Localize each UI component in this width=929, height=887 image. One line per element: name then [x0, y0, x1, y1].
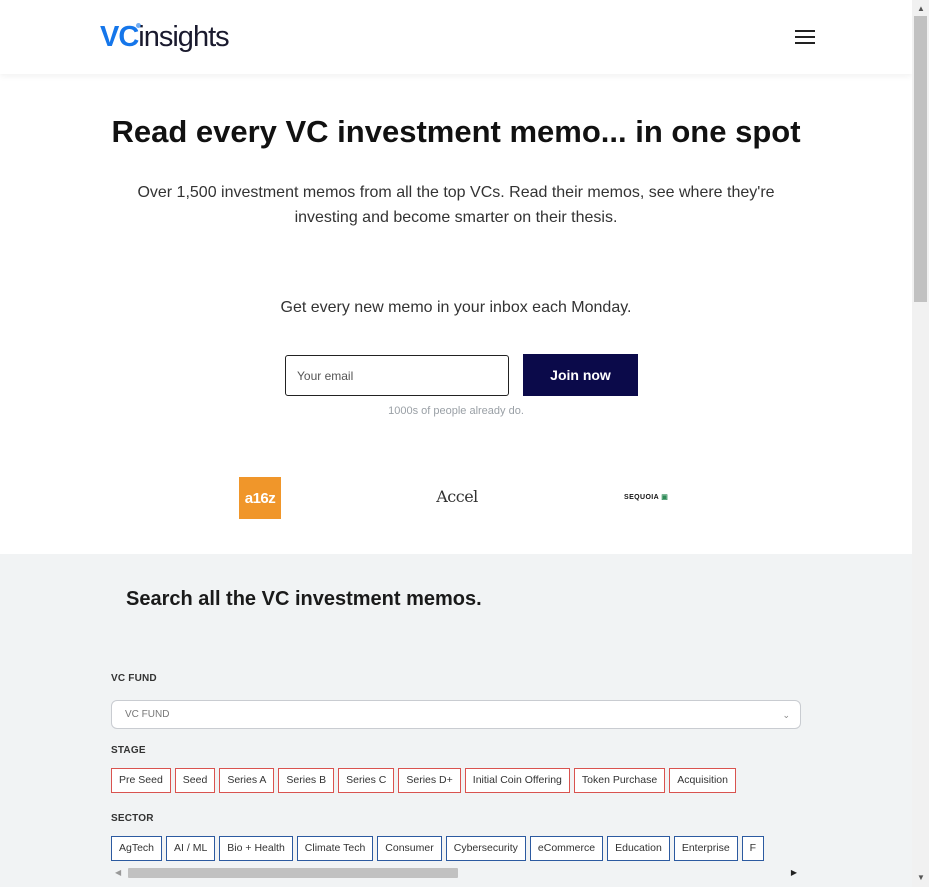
scroll-right-arrow-icon[interactable]: ▶	[791, 868, 797, 877]
a16z-logo: a16z	[239, 477, 281, 519]
page-vertical-scrollbar[interactable]: ▲ ▼	[912, 0, 929, 887]
stage-filter-row: Pre Seed Seed Series A Series B Series C Seri…	[111, 768, 801, 796]
sequoia-logo: SEQUOIA ▣	[624, 493, 668, 501]
email-input[interactable]	[285, 355, 509, 396]
stage-tag[interactable]: Series B	[278, 768, 335, 793]
vc-fund-select[interactable]: VC FUND ⌄	[111, 700, 801, 729]
newsletter-prompt: Get every new memo in your inbox each Mo…	[280, 299, 632, 316]
sector-tag[interactable]: eCommerce	[529, 836, 604, 861]
hero-title: Read every VC investment memo... in one …	[111, 114, 801, 149]
vc-fund-placeholder: VC FUND	[125, 709, 170, 720]
sequoia-leaf-icon: ▣	[661, 494, 669, 501]
sector-tag[interactable]: Bio + Health	[219, 836, 293, 861]
social-proof-text: 1000s of people already do.	[388, 405, 524, 417]
sector-tag[interactable]: Cybersecurity	[445, 836, 526, 861]
page-scrollbar-thumb[interactable]	[914, 16, 927, 302]
scroll-up-arrow-icon[interactable]: ▲	[917, 4, 925, 13]
vcinsights-logo[interactable]: VCinsights	[100, 20, 230, 54]
sector-tag[interactable]: Enterprise	[673, 836, 738, 861]
logo-vc-text: VC	[100, 21, 139, 53]
sector-tag[interactable]: F	[741, 836, 765, 861]
sector-tag[interactable]: Consumer	[377, 836, 442, 861]
stage-tag[interactable]: Pre Seed	[111, 768, 171, 793]
stage-tag[interactable]: Seed	[174, 768, 216, 793]
sector-tag[interactable]: Education	[607, 836, 670, 861]
sector-tag[interactable]: AgTech	[111, 836, 163, 861]
sector-filter-row: AgTech AI / ML Bio + Health Climate Tech Con…	[111, 836, 801, 864]
svg-text:a16z: a16z	[245, 490, 276, 506]
sector-horizontal-scrollbar[interactable]: ◀ ▶	[111, 865, 801, 881]
sector-tag[interactable]: AI / ML	[166, 836, 216, 861]
stage-label: STAGE	[111, 745, 146, 756]
stage-tag[interactable]: Series C	[338, 768, 395, 793]
a16z-wordmark: a16z	[245, 490, 276, 506]
search-section-title: Search all the VC investment memos.	[126, 588, 482, 610]
stage-tag[interactable]: Acquisition	[669, 768, 736, 793]
stage-tag[interactable]: Series D+	[398, 768, 461, 793]
hamburger-menu-icon[interactable]	[795, 30, 815, 46]
vc-fund-label: VC FUND	[111, 673, 157, 684]
chevron-down-icon: ⌄	[782, 710, 790, 720]
stage-tag[interactable]: Token Purchase	[573, 768, 666, 793]
scroll-left-arrow-icon[interactable]: ◀	[115, 868, 121, 877]
sector-label: SECTOR	[111, 813, 154, 824]
join-now-button[interactable]: Join now	[523, 354, 638, 396]
scroll-down-arrow-icon[interactable]: ▼	[917, 873, 925, 882]
hero-subtitle: Over 1,500 investment memos from all the…	[137, 184, 775, 226]
scrollbar-thumb[interactable]	[128, 868, 458, 878]
memo-search-section: Search all the VC investment memos. VC F…	[0, 554, 912, 887]
site-header: VCinsights	[0, 0, 912, 74]
accel-logo: Accel	[436, 487, 478, 506]
stage-tag[interactable]: Series A	[219, 768, 275, 793]
sequoia-wordmark: SEQUOIA	[624, 494, 659, 501]
logo-insights-text: insights	[138, 21, 229, 53]
sector-tag[interactable]: Climate Tech	[296, 836, 374, 861]
stage-tag[interactable]: Initial Coin Offering	[464, 768, 570, 793]
